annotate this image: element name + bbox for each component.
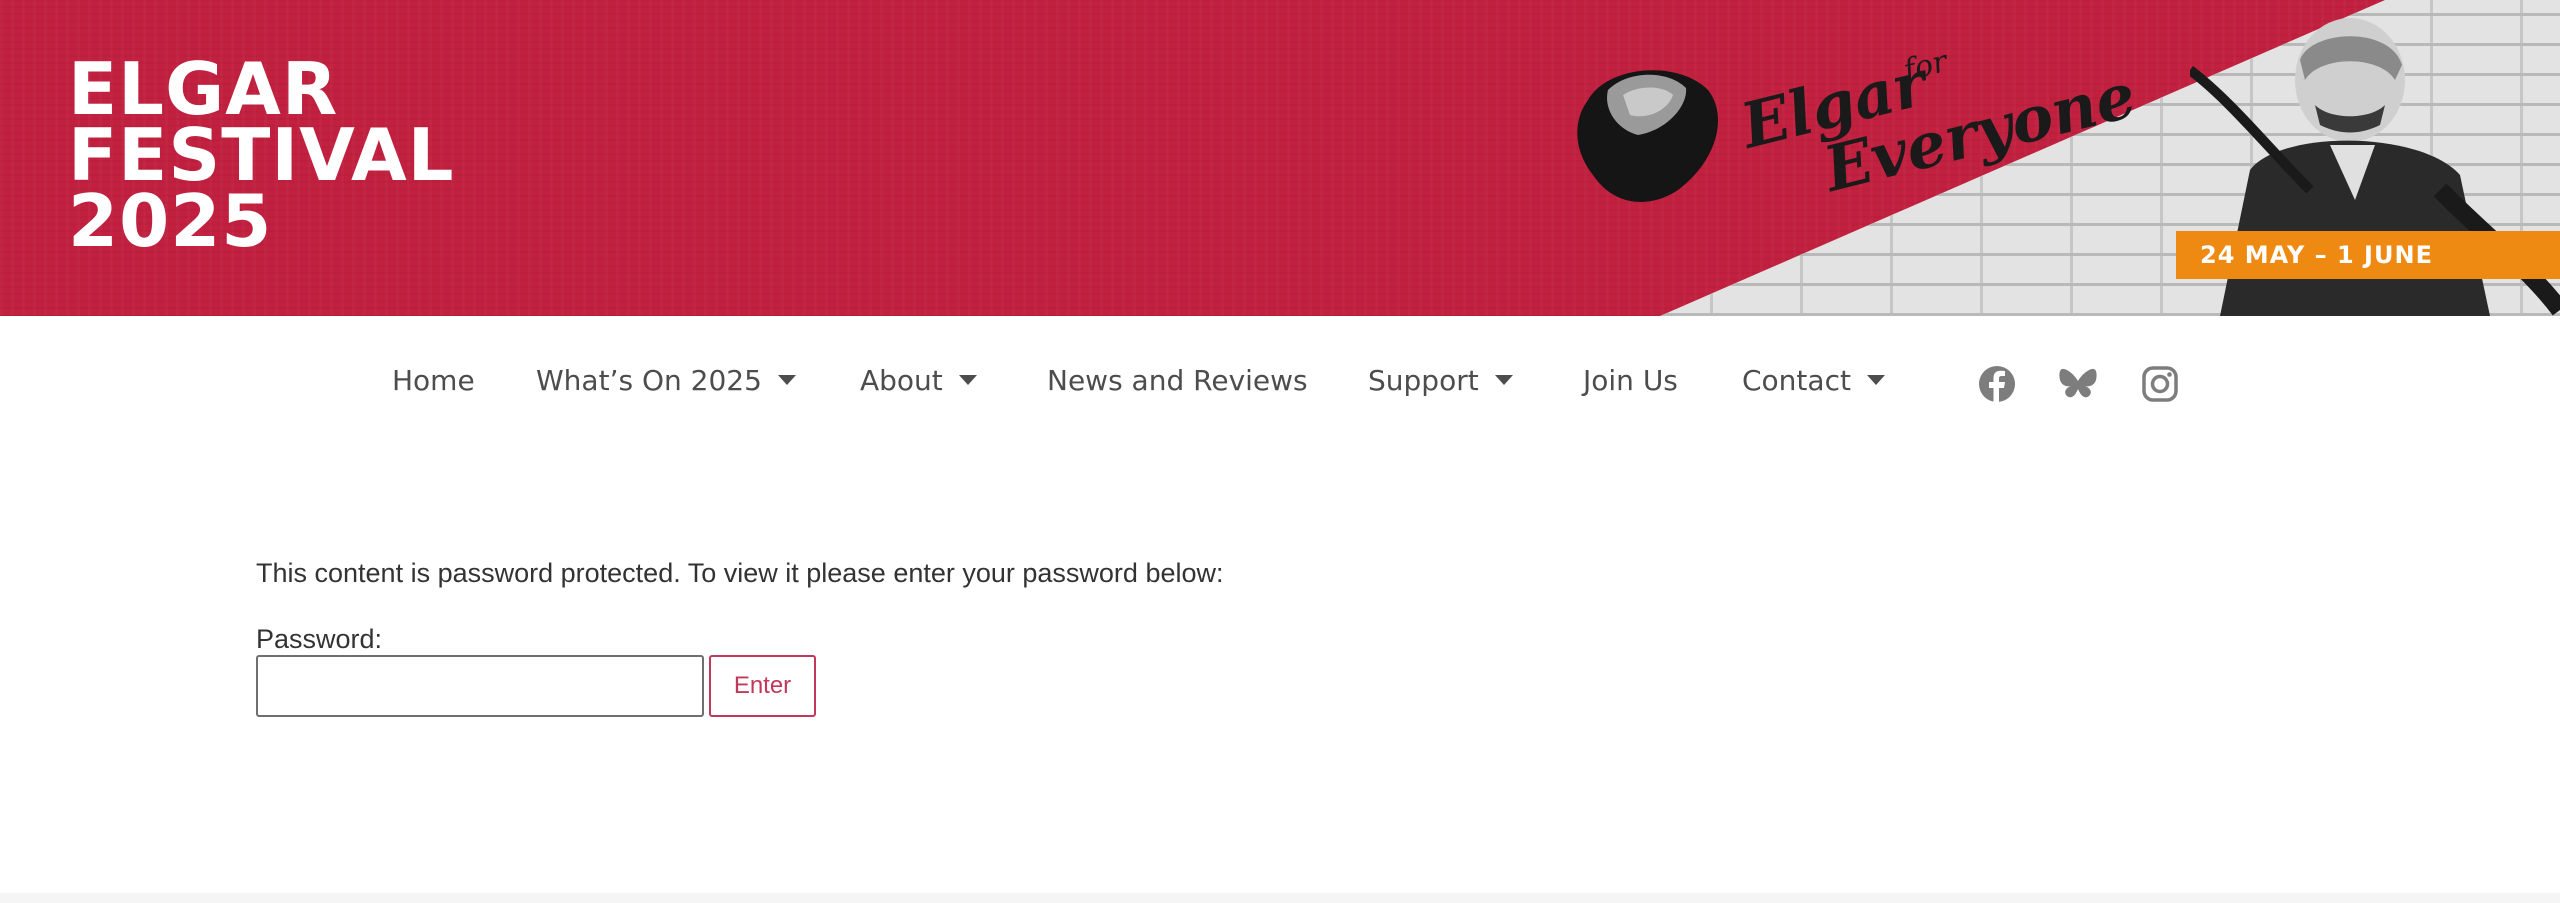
- caret-down-icon[interactable]: [777, 375, 796, 385]
- festival-logo[interactable]: ELGAR FESTIVAL 2025: [68, 53, 455, 263]
- nav-item-label: What’s On 2025: [536, 363, 762, 397]
- password-protected-message: This content is password protected. To v…: [256, 558, 1224, 588]
- hat-graphic: [1577, 70, 1718, 202]
- nav-item-label: Join Us: [1583, 363, 1678, 397]
- nav-item-about[interactable]: About: [860, 360, 977, 400]
- festival-banner: ELGAR FESTIVAL 2025 Elgar for Everyone 2…: [0, 0, 2560, 316]
- caret-down-icon[interactable]: [1866, 375, 1885, 385]
- footer-strip: [0, 893, 2560, 903]
- enter-button[interactable]: Enter: [709, 655, 816, 717]
- password-label: Password:: [256, 624, 383, 654]
- festival-logo-line-3: 2025: [68, 179, 273, 263]
- main-navigation: Home What’s On 2025 About News and Revie…: [0, 316, 2560, 446]
- nav-item-news-and-reviews[interactable]: News and Reviews: [1047, 360, 1308, 400]
- nav-item-label: Home: [392, 363, 475, 397]
- nav-item-label: About: [860, 363, 943, 397]
- nav-item-home[interactable]: Home: [392, 360, 475, 400]
- nav-item-support[interactable]: Support: [1368, 360, 1513, 400]
- caret-down-icon[interactable]: [958, 375, 977, 385]
- festival-dates-badge: 24 MAY – 1 JUNE: [2176, 231, 2560, 279]
- instagram-icon[interactable]: [2140, 364, 2180, 404]
- nav-item-label: Contact: [1742, 363, 1851, 397]
- facebook-icon[interactable]: [1977, 364, 2017, 404]
- nav-item-join-us[interactable]: Join Us: [1583, 360, 1678, 400]
- nav-item-label: Support: [1368, 363, 1479, 397]
- bluesky-icon[interactable]: [2058, 364, 2098, 404]
- password-input[interactable]: [256, 655, 704, 717]
- nav-item-contact[interactable]: Contact: [1742, 360, 1885, 400]
- nav-item-label: News and Reviews: [1047, 363, 1308, 397]
- nav-item-whats-on-2025[interactable]: What’s On 2025: [536, 360, 796, 400]
- caret-down-icon[interactable]: [1494, 375, 1513, 385]
